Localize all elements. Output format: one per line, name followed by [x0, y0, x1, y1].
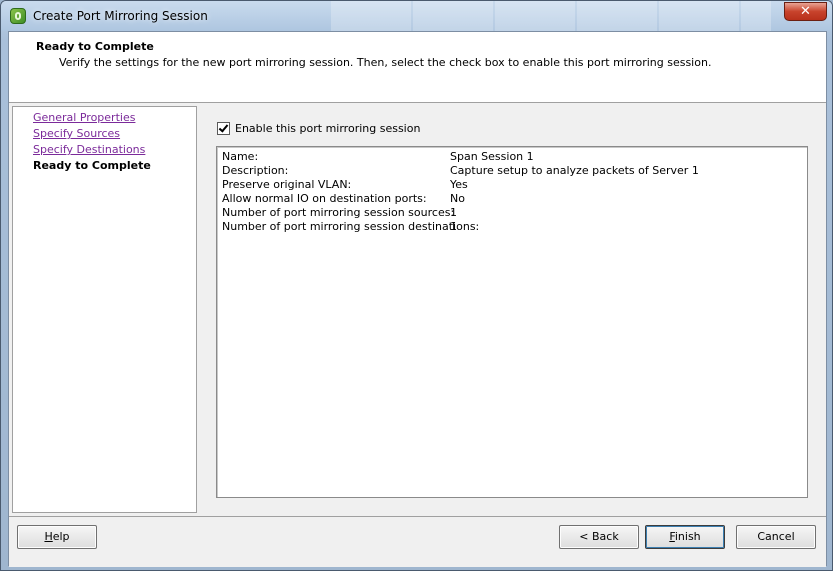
summary-value: 1 [450, 220, 457, 233]
summary-label: Number of port mirroring session destina… [222, 220, 480, 233]
summary-row: Preserve original VLAN: Yes [222, 178, 802, 192]
close-button[interactable]: ✕ [784, 2, 827, 21]
summary-label: Number of port mirroring session sources… [222, 206, 455, 219]
window-title: Create Port Mirroring Session [33, 9, 208, 23]
summary-value: Capture setup to analyze packets of Serv… [450, 164, 699, 177]
enable-session-checkbox[interactable] [217, 122, 230, 135]
step-ready-to-complete: Ready to Complete [33, 159, 151, 172]
summary-label: Allow normal IO on destination ports: [222, 192, 427, 205]
summary-label: Preserve original VLAN: [222, 178, 352, 191]
summary-row: Name: Span Session 1 [222, 150, 802, 164]
finish-button[interactable]: Finish [645, 525, 725, 549]
page-title: Ready to Complete [36, 40, 154, 53]
summary-label: Description: [222, 164, 289, 177]
back-button[interactable]: < Back [559, 525, 639, 549]
summary-value: No [450, 192, 465, 205]
vsphere-app-icon [10, 8, 26, 24]
step-specify-sources[interactable]: Specify Sources [33, 127, 120, 140]
summary-row: Number of port mirroring session sources… [222, 206, 802, 220]
summary-value: 1 [450, 206, 457, 219]
close-icon: ✕ [800, 4, 811, 19]
background-window-ghost [331, 1, 771, 31]
settings-summary-box: Name: Span Session 1 Description: Captur… [216, 146, 808, 498]
help-button[interactable]: Help [17, 525, 97, 549]
enable-session-label[interactable]: Enable this port mirroring session [235, 122, 420, 135]
cancel-button[interactable]: Cancel [736, 525, 816, 549]
step-general-properties[interactable]: General Properties [33, 111, 135, 124]
dialog-client-area: Ready to Complete Verify the settings fo… [8, 31, 827, 567]
wizard-steps-panel: General Properties Specify Sources Speci… [12, 106, 197, 513]
title-bar[interactable]: Create Port Mirroring Session ✕ [1, 1, 832, 31]
page-subtitle: Verify the settings for the new port mir… [59, 56, 712, 69]
summary-value: Yes [450, 178, 468, 191]
wizard-footer: Help < Back Finish Cancel [9, 516, 826, 567]
summary-row: Number of port mirroring session destina… [222, 220, 802, 234]
summary-row: Description: Capture setup to analyze pa… [222, 164, 802, 178]
summary-row: Allow normal IO on destination ports: No [222, 192, 802, 206]
wizard-header: Ready to Complete Verify the settings fo… [9, 32, 826, 103]
summary-label: Name: [222, 150, 259, 163]
summary-value: Span Session 1 [450, 150, 534, 163]
dialog-window: Create Port Mirroring Session ✕ Ready to… [0, 0, 833, 571]
step-specify-destinations[interactable]: Specify Destinations [33, 143, 145, 156]
